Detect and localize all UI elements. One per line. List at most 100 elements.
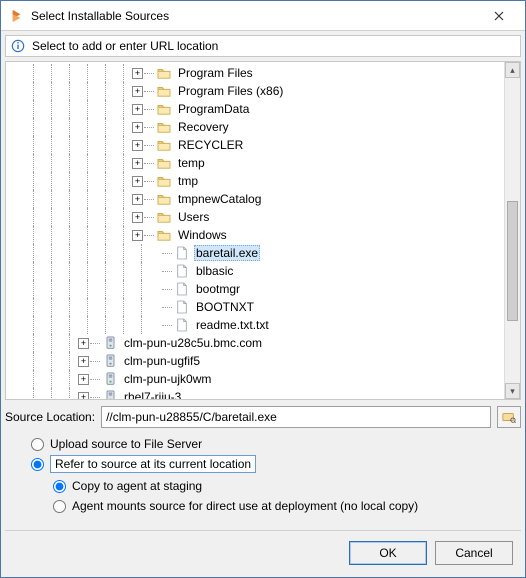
expander-icon[interactable]: +	[132, 158, 143, 169]
option-copy-label: Copy to agent at staging	[72, 479, 202, 493]
tree-label: Recovery	[176, 120, 231, 134]
tree-label: RECYCLER	[176, 138, 245, 152]
radio-copy[interactable]	[53, 480, 66, 493]
option-mount[interactable]: Agent mounts source for direct use at de…	[53, 496, 505, 516]
tree-server[interactable]: + clm-pun-u28c5u.bmc.com	[6, 334, 504, 352]
close-button[interactable]	[477, 2, 521, 30]
expander-icon[interactable]: +	[132, 104, 143, 115]
tree-folder[interactable]: + ProgramData	[6, 100, 504, 118]
scroll-up-button[interactable]: ▴	[505, 62, 520, 78]
tree-file[interactable]: bootmgr	[6, 280, 504, 298]
expander-icon[interactable]: +	[132, 140, 143, 151]
file-icon	[174, 299, 190, 315]
option-refer[interactable]: Refer to source at its current location	[31, 454, 505, 474]
expander-icon[interactable]: +	[132, 122, 143, 133]
tree-label: Program Files	[176, 66, 255, 80]
option-copy[interactable]: Copy to agent at staging	[53, 476, 505, 496]
radio-upload[interactable]	[31, 438, 44, 451]
browse-button[interactable]	[497, 406, 521, 428]
radio-mount[interactable]	[53, 500, 66, 513]
window-title: Select Installable Sources	[31, 9, 477, 23]
server-icon	[102, 335, 118, 351]
options-group: Upload source to File Server Refer to so…	[31, 434, 505, 516]
tree-label: baretail.exe	[194, 245, 260, 261]
browse-icon	[502, 410, 516, 424]
tree-label: readme.txt.txt	[194, 318, 271, 332]
tree-folder[interactable]: + Users	[6, 208, 504, 226]
titlebar: Select Installable Sources	[1, 1, 525, 31]
scrollbar-vertical[interactable]: ▴ ▾	[504, 62, 520, 399]
file-icon	[174, 245, 190, 261]
server-icon	[102, 371, 118, 387]
file-icon	[174, 317, 190, 333]
folder-icon	[156, 83, 172, 99]
source-location-label: Source Location:	[5, 410, 95, 424]
tree-label: ProgramData	[176, 102, 251, 116]
tree-folder[interactable]: + Program Files	[6, 64, 504, 82]
folder-icon	[156, 101, 172, 117]
tree-folder[interactable]: + Windows	[6, 226, 504, 244]
expander-icon[interactable]: +	[78, 356, 89, 367]
instruction-text: Select to add or enter URL location	[32, 39, 218, 53]
tree-label: bootmgr	[194, 282, 242, 296]
button-bar: OK Cancel	[1, 531, 525, 577]
option-upload-label: Upload source to File Server	[50, 437, 202, 451]
expander-icon[interactable]: +	[132, 194, 143, 205]
folder-icon	[156, 119, 172, 135]
file-icon	[174, 263, 190, 279]
tree-server[interactable]: + rhel7-riju-3	[6, 388, 504, 399]
radio-refer[interactable]	[31, 458, 44, 471]
scroll-down-button[interactable]: ▾	[505, 383, 520, 399]
folder-icon	[156, 173, 172, 189]
tree-file[interactable]: BOOTNXT	[6, 298, 504, 316]
tree-folder[interactable]: + tmpnewCatalog	[6, 190, 504, 208]
expander-icon[interactable]: +	[78, 392, 89, 400]
tree-label: rhel7-riju-3	[122, 390, 183, 399]
expander-icon[interactable]: +	[132, 86, 143, 97]
app-icon	[9, 8, 25, 24]
folder-icon	[156, 155, 172, 171]
server-icon	[102, 389, 118, 399]
tree-label: tmpnewCatalog	[176, 192, 263, 206]
expander-icon[interactable]: +	[78, 338, 89, 349]
tree-label: Windows	[176, 228, 229, 242]
tree-file[interactable]: baretail.exe	[6, 244, 504, 262]
tree-folder[interactable]: + temp	[6, 154, 504, 172]
expander-icon[interactable]: +	[132, 176, 143, 187]
expander-icon[interactable]: +	[132, 230, 143, 241]
cancel-button[interactable]: Cancel	[435, 541, 513, 565]
source-location-input[interactable]	[101, 406, 491, 428]
tree-label: tmp	[176, 174, 200, 188]
tree-label: Program Files (x86)	[176, 84, 285, 98]
tree-folder[interactable]: + tmp	[6, 172, 504, 190]
info-icon	[10, 38, 26, 54]
option-refer-label: Refer to source at its current location	[50, 455, 256, 473]
tree-server[interactable]: + clm-pun-ugfif5	[6, 352, 504, 370]
tree-label: BOOTNXT	[194, 300, 256, 314]
expander-icon[interactable]: +	[132, 68, 143, 79]
tree-server[interactable]: + clm-pun-ujk0wm	[6, 370, 504, 388]
tree-label: temp	[176, 156, 207, 170]
ok-button[interactable]: OK	[349, 541, 427, 565]
file-icon	[174, 281, 190, 297]
expander-icon[interactable]: +	[78, 374, 89, 385]
tree-label: clm-pun-ugfif5	[122, 354, 202, 368]
tree-file[interactable]: blbasic	[6, 262, 504, 280]
option-upload[interactable]: Upload source to File Server	[31, 434, 505, 454]
tree-label: blbasic	[194, 264, 235, 278]
source-location-row: Source Location:	[5, 406, 521, 428]
tree-folder[interactable]: + Recovery	[6, 118, 504, 136]
tree-view[interactable]: + Program Files + Program Files (x86) + …	[5, 61, 521, 400]
scroll-thumb[interactable]	[507, 201, 518, 321]
dialog-window: Select Installable Sources Select to add…	[0, 0, 526, 578]
folder-icon	[156, 209, 172, 225]
tree-folder[interactable]: + Program Files (x86)	[6, 82, 504, 100]
sub-options: Copy to agent at staging Agent mounts so…	[53, 476, 505, 516]
option-mount-label: Agent mounts source for direct use at de…	[72, 499, 418, 513]
server-icon	[102, 353, 118, 369]
expander-icon[interactable]: +	[132, 212, 143, 223]
tree-folder[interactable]: + RECYCLER	[6, 136, 504, 154]
tree-label: clm-pun-ujk0wm	[122, 372, 213, 386]
folder-icon	[156, 65, 172, 81]
tree-file[interactable]: readme.txt.txt	[6, 316, 504, 334]
